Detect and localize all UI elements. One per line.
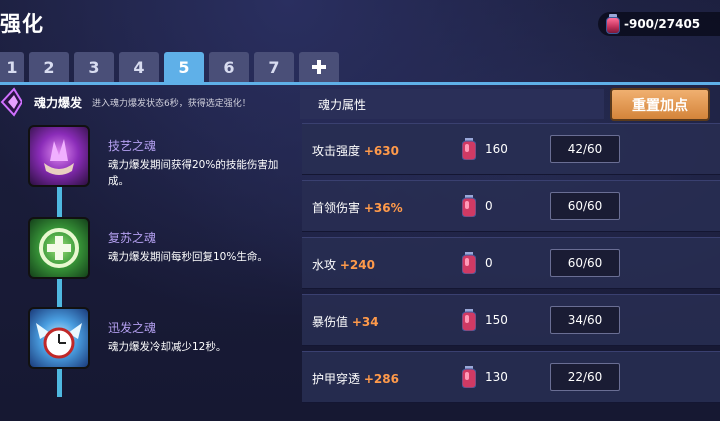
soul-name-2: 复苏之魂 xyxy=(108,231,157,245)
soul-attributes-panel: 魂力属性 重置加点 攻击强度 +630 160 42/60 首领伤害 +36% … xyxy=(300,85,720,421)
soul-gem-icon xyxy=(462,309,476,331)
stat-name: 暴伤值 +34 xyxy=(312,315,379,329)
soul-description-3: 魂力爆发冷却减少12秒。 xyxy=(108,341,227,353)
soul-gem-icon xyxy=(462,366,476,388)
stat-bonus: +286 xyxy=(363,372,399,386)
tab-1[interactable]: 1 xyxy=(0,52,24,82)
stat-cost: 160 xyxy=(485,142,508,156)
soul-gem-icon xyxy=(462,252,476,274)
stat-name: 首领伤害 +36% xyxy=(312,201,403,215)
burst-header: 魂力爆发 进入魂力爆发状态6秒，获得选定强化！ xyxy=(0,85,296,119)
attributes-header: 魂力属性 xyxy=(300,89,604,119)
tab-3[interactable]: 3 xyxy=(74,52,114,82)
tab-4[interactable]: 4 xyxy=(119,52,159,82)
blue-clock-icon[interactable] xyxy=(28,307,90,369)
tab-2[interactable]: 2 xyxy=(29,52,69,82)
soul-description-1: 魂力爆发期间获得20%的技能伤害加成。 xyxy=(108,159,279,187)
tab-5[interactable]: 5 xyxy=(164,52,204,82)
burst-crystal-icon xyxy=(0,87,22,117)
soul-burst-panel: 魂力爆发 进入魂力爆发状态6秒，获得选定强化！ 技艺之魂 魂力爆发期间获得20%… xyxy=(0,85,296,421)
reset-points-button[interactable]: 重置加点 xyxy=(610,88,710,121)
page-title: 强化 xyxy=(0,12,44,36)
tab-bar: 1 2 3 4 5 6 7 xyxy=(0,52,344,82)
soul-name-1: 技艺之魂 xyxy=(108,139,157,153)
stat-row-armor-penetration[interactable]: 护甲穿透 +286 130 22/60 xyxy=(302,351,720,403)
stat-bonus: +34 xyxy=(351,315,379,329)
stat-cost: 0 xyxy=(485,199,493,213)
stat-row-water-attack[interactable]: 水攻 +240 0 60/60 xyxy=(302,237,720,289)
purple-crystal-icon[interactable] xyxy=(28,125,90,187)
stat-cost: 150 xyxy=(485,313,508,327)
plus-icon xyxy=(312,60,326,74)
stat-name: 水攻 +240 xyxy=(312,258,375,272)
soul-gem-icon xyxy=(462,195,476,217)
stat-row-crit-damage[interactable]: 暴伤值 +34 150 34/60 xyxy=(302,294,720,346)
burst-name: 魂力爆发 xyxy=(34,96,83,110)
stat-row-boss-damage[interactable]: 首领伤害 +36% 0 60/60 xyxy=(302,180,720,232)
soul-description-2: 魂力爆发期间每秒回复10%生命。 xyxy=(108,251,268,263)
soul-name-3: 迅发之魂 xyxy=(108,321,157,335)
stat-name: 攻击强度 +630 xyxy=(312,144,399,158)
tab-7[interactable]: 7 xyxy=(254,52,294,82)
stat-bonus: +36% xyxy=(363,201,403,215)
soul-gem-icon xyxy=(462,138,476,160)
stat-name: 护甲穿透 +286 xyxy=(312,372,399,386)
stat-bonus: +630 xyxy=(363,144,399,158)
stat-cost: 0 xyxy=(485,256,493,270)
stat-level-box: 42/60 xyxy=(550,135,620,163)
stat-level-box: 34/60 xyxy=(550,306,620,334)
green-heal-icon[interactable] xyxy=(28,217,90,279)
stat-row-attack[interactable]: 攻击强度 +630 160 42/60 xyxy=(302,123,720,175)
stat-level-box: 22/60 xyxy=(550,363,620,391)
add-tab-button[interactable] xyxy=(299,52,339,82)
burst-description: 进入魂力爆发状态6秒，获得选定强化！ xyxy=(92,99,251,109)
soul-gem-icon xyxy=(606,14,620,34)
currency-value: -900/27405 xyxy=(624,17,701,31)
soul-currency-display: -900/27405 xyxy=(598,12,720,36)
stat-bonus: +240 xyxy=(339,258,375,272)
stat-level-box: 60/60 xyxy=(550,192,620,220)
stat-cost: 130 xyxy=(485,370,508,384)
attributes-header-label: 魂力属性 xyxy=(318,98,367,112)
stat-level-box: 60/60 xyxy=(550,249,620,277)
tab-6[interactable]: 6 xyxy=(209,52,249,82)
